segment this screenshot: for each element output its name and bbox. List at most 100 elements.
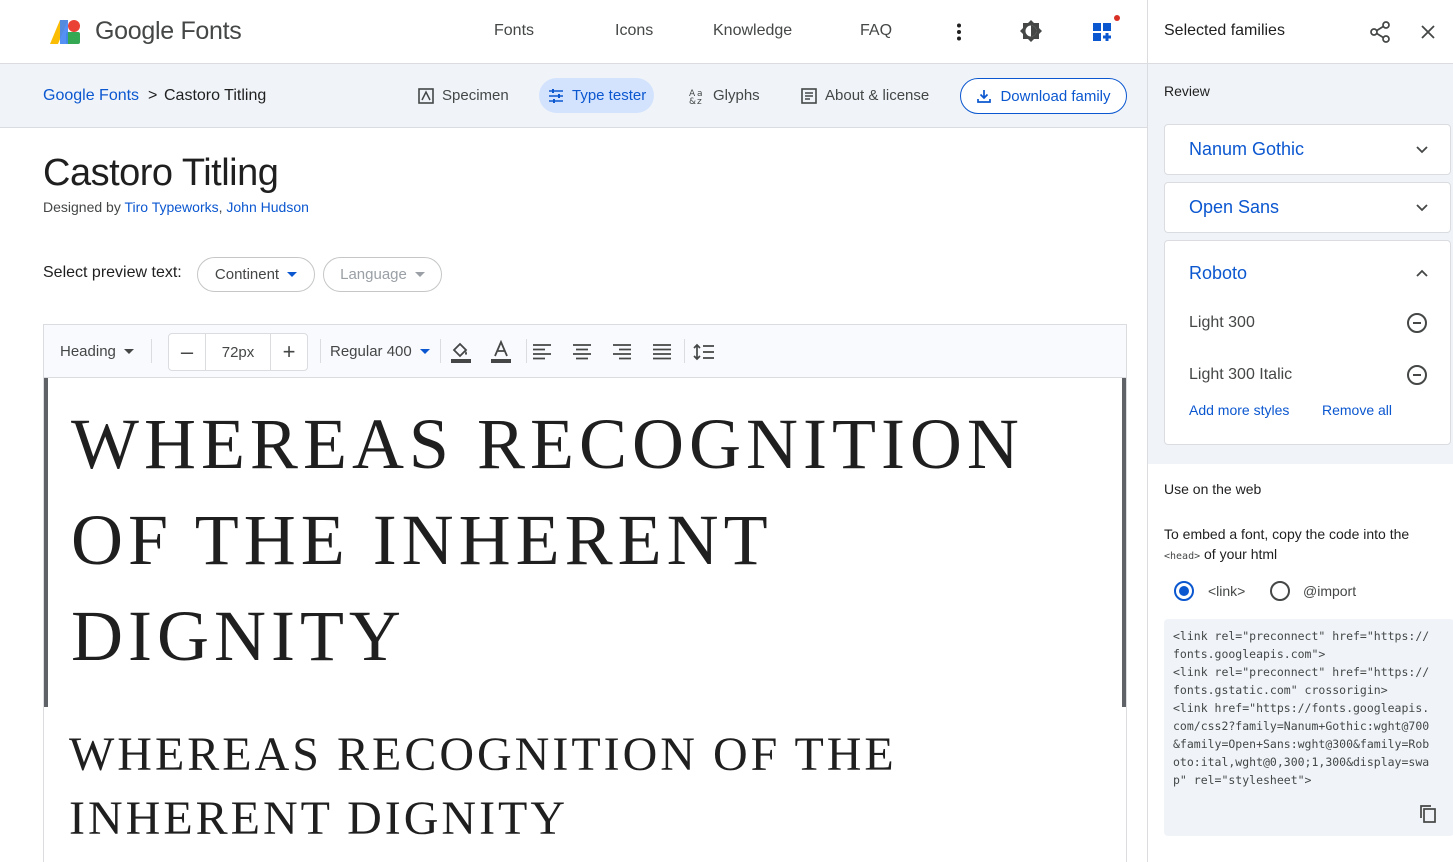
text-color-button[interactable] [490,325,512,378]
style-select-value: Heading [60,343,116,360]
tab-type-tester[interactable]: Type tester [539,78,655,113]
tester-sample-heading[interactable]: WHEREAS RECOGNITION OF THE INHERENT DIGN… [44,378,1126,707]
import-radio[interactable] [1270,581,1290,601]
weight-select[interactable]: Regular 400 [330,325,430,378]
code-line: &family=Open+Sans:wght@300&family=Rob [1173,737,1430,751]
toolbar-divider [526,339,527,363]
brightness-icon[interactable] [1018,18,1044,44]
svg-text:z: z [697,97,702,105]
format-color-text-icon [491,339,511,363]
family-subbar: Google Fonts > Castoro Titling Specimen … [0,64,1147,128]
nav-faq[interactable]: FAQ [860,22,892,40]
preview-text-select[interactable]: Continent [197,257,315,292]
panel-title: Selected families [1164,22,1285,39]
code-line: <link rel="preconnect" href="https:// [1173,665,1430,679]
line-height-icon [693,343,714,360]
tune-icon [549,88,563,103]
dropdown-arrow-icon [419,349,430,354]
embed-code-box[interactable]: <link rel="preconnect" href="https:// fon… [1164,619,1453,836]
align-left-button[interactable] [532,325,552,378]
designed-by-label: Designed by [43,199,121,215]
language-placeholder: Language [340,266,407,283]
line-height-button[interactable] [693,325,715,378]
download-family-label: Download family [1000,87,1111,105]
font-size-stepper: – 72px + [168,333,308,371]
format-color-fill-icon [451,342,471,363]
selected-families-icon[interactable] [1090,14,1122,46]
chevron-up-icon[interactable] [1416,269,1428,277]
breadcrumb-root[interactable]: Google Fonts [43,87,139,105]
remove-style-icon[interactable] [1407,365,1427,385]
download-icon [977,90,992,103]
link-radio[interactable] [1174,581,1194,601]
language-select[interactable]: Language [323,257,442,292]
embed-text-2: of your html [1204,546,1278,562]
code-line: fonts.googleapis.com"> [1173,647,1326,661]
align-left-icon [533,343,551,359]
preview-text-label: Select preview text: [43,264,182,281]
toolbar-divider [684,339,685,363]
remove-all-button[interactable]: Remove all [1322,402,1392,418]
link-radio-label[interactable]: <link> [1208,583,1245,599]
panel-header: Selected families [1148,0,1453,64]
embed-code[interactable]: <link rel="preconnect" href="https:// fon… [1173,627,1448,789]
page-title: Castoro Titling [43,152,279,194]
chevron-down-icon [1416,146,1428,154]
top-app-bar: Google Fonts Fonts Icons Knowledge FAQ [0,0,1147,64]
embed-instructions: To embed a font, copy the code into the … [1164,524,1444,567]
tab-about-license[interactable]: About & license [792,78,937,113]
nav-knowledge[interactable]: Knowledge [713,22,792,40]
style-light-300-italic: Light 300 Italic [1189,366,1293,383]
style-select[interactable]: Heading [60,325,134,378]
selected-families-panel: Selected families Review Nanum Gothic Op… [1147,0,1453,862]
align-right-icon [613,343,631,359]
tab-specimen-label: Specimen [442,87,509,104]
breadcrumb-separator: > [148,87,158,104]
remove-style-icon[interactable] [1407,313,1427,333]
specimen-icon [418,87,434,104]
family-card-open-sans[interactable]: Open Sans [1164,182,1451,233]
align-justify-icon [653,343,671,359]
tab-glyphs[interactable]: Aa & z Glyphs [680,78,768,113]
preview-text-value: Continent [214,266,280,283]
code-line: com/css2?family=Nanum+Gothic:wght@700 [1173,719,1430,733]
family-name: Open Sans [1189,197,1280,217]
sample-text-medium[interactable]: WHEREAS RECOGNITION OF THE INHERENT DIGN… [69,723,1099,851]
copy-icon[interactable] [1418,803,1438,825]
toolbar-divider [151,339,152,363]
designer-link-tiro[interactable]: Tiro Typeworks [124,199,218,215]
import-radio-label[interactable]: @import [1303,583,1356,599]
tab-specimen[interactable]: Specimen [409,78,517,113]
embed-text-1: To embed a font, copy the code into the [1164,526,1410,542]
toolbar-divider [440,339,441,363]
chevron-down-icon [1416,204,1428,212]
font-size-value[interactable]: 72px [205,334,271,370]
use-on-web-label: Use on the web [1164,481,1262,497]
family-name[interactable]: Roboto [1189,263,1247,284]
code-line: p" rel="stylesheet"> [1173,773,1312,787]
align-center-icon [573,343,591,359]
nav-fonts[interactable]: Fonts [494,22,534,40]
nav-icons[interactable]: Icons [615,22,653,40]
dropdown-arrow-icon [414,272,425,277]
google-fonts-logo[interactable] [48,18,82,46]
add-more-styles-button[interactable]: Add more styles [1189,402,1289,418]
dropdown-arrow-icon [123,349,134,354]
decrease-size-button[interactable]: – [169,334,205,370]
designer-link-hudson[interactable]: John Hudson [226,199,309,215]
sample-text-large[interactable]: WHEREAS RECOGNITION OF THE INHERENT DIGN… [71,396,1101,684]
align-center-button[interactable] [572,325,592,378]
align-right-button[interactable] [612,325,632,378]
article-icon [801,87,817,104]
download-family-button[interactable]: Download family [960,78,1127,114]
more-vert-icon[interactable] [947,20,971,44]
code-line: oto:ital,wght@0,300;1,300&display=swa [1173,755,1430,769]
align-justify-button[interactable] [652,325,672,378]
increase-size-button[interactable]: + [271,334,307,370]
share-icon[interactable] [1368,20,1392,44]
background-color-button[interactable] [450,325,472,378]
tab-glyphs-label: Glyphs [713,87,760,104]
close-icon[interactable] [1416,20,1440,44]
brand-wordmark[interactable]: Google Fonts [95,17,242,46]
family-card-nanum-gothic[interactable]: Nanum Gothic [1164,124,1451,175]
